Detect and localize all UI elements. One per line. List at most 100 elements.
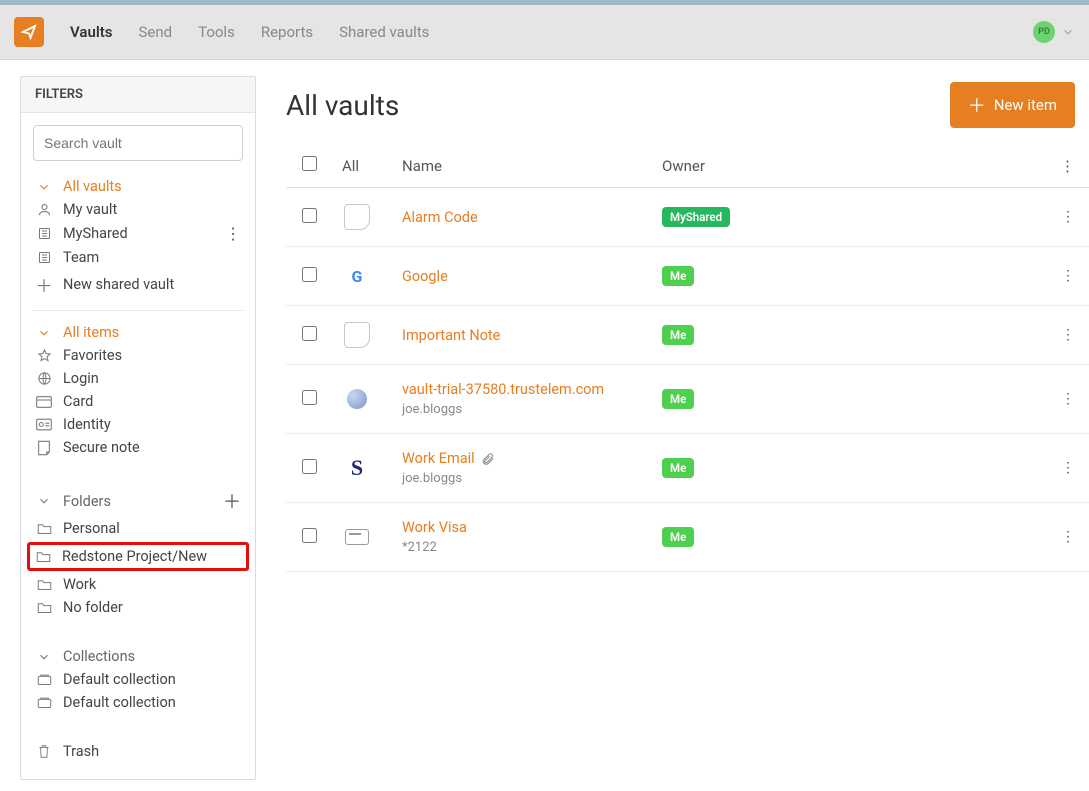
- row-options-icon[interactable]: ⋮: [1045, 460, 1075, 476]
- avatar: PD: [1033, 21, 1055, 43]
- plus-icon: ＋: [968, 92, 986, 118]
- row-checkbox[interactable]: [302, 528, 317, 543]
- table-row[interactable]: Important Note Me ⋮: [286, 306, 1089, 365]
- globe-icon: [344, 386, 370, 412]
- trash-icon: [35, 744, 53, 759]
- table-row[interactable]: S Work Email joe.bloggs Me ⋮: [286, 434, 1089, 503]
- collection-item[interactable]: Default collection: [33, 668, 243, 691]
- all-vaults-label: All vaults: [63, 178, 122, 195]
- row-checkbox[interactable]: [302, 326, 317, 341]
- my-vault-item[interactable]: My vault: [33, 198, 243, 221]
- item-name-link[interactable]: vault-trial-37580.trustelem.com: [402, 381, 604, 398]
- folder-work[interactable]: Work: [33, 573, 243, 596]
- search-input[interactable]: [33, 125, 243, 161]
- site-icon: S: [344, 455, 370, 481]
- folder-icon: [35, 601, 53, 614]
- item-name-link[interactable]: Google: [402, 268, 448, 285]
- sidebar-item-label: Personal: [63, 520, 120, 537]
- item-name-text: Work Email: [402, 450, 475, 467]
- secure-note-item[interactable]: Secure note: [33, 436, 243, 459]
- sidebar-item-label: Secure note: [63, 439, 140, 456]
- collection-item[interactable]: Default collection: [33, 691, 243, 714]
- attachment-icon: [481, 452, 495, 466]
- login-item[interactable]: Login: [33, 367, 243, 390]
- folder-redstone-project-new[interactable]: Redstone Project/New: [27, 542, 249, 571]
- nav-reports[interactable]: Reports: [261, 23, 313, 41]
- row-options-icon[interactable]: ⋮: [1045, 529, 1075, 545]
- sidebar-item-label: Favorites: [63, 347, 122, 364]
- table-header: All Name Owner ⋮: [286, 146, 1089, 188]
- item-name-link[interactable]: Important Note: [402, 327, 500, 344]
- note-icon: [35, 440, 53, 456]
- team-item[interactable]: Team: [33, 246, 243, 269]
- col-name[interactable]: Name: [402, 157, 662, 175]
- nav-vaults[interactable]: Vaults: [70, 23, 112, 41]
- header-options-icon[interactable]: ⋮: [1045, 157, 1075, 175]
- user-menu[interactable]: PD: [1033, 21, 1075, 43]
- folders-toggle[interactable]: Folders ＋: [33, 485, 243, 517]
- select-all-checkbox[interactable]: [302, 156, 317, 171]
- add-folder-icon[interactable]: ＋: [223, 488, 241, 514]
- table-row[interactable]: Work Visa *2122 Me ⋮: [286, 503, 1089, 572]
- table-row[interactable]: vault-trial-37580.trustelem.com joe.blog…: [286, 365, 1089, 434]
- nav-send[interactable]: Send: [138, 23, 172, 41]
- card-item[interactable]: Card: [33, 390, 243, 413]
- table-row[interactable]: Alarm Code MyShared ⋮: [286, 188, 1089, 247]
- sidebar-item-label: New shared vault: [63, 276, 174, 293]
- new-item-button[interactable]: ＋ New item: [950, 82, 1075, 128]
- col-all[interactable]: All: [342, 157, 402, 175]
- org-icon: [35, 226, 53, 241]
- owner-badge: MyShared: [662, 207, 730, 227]
- sidebar-item-label: Work: [63, 576, 96, 593]
- top-nav: Vaults Send Tools Reports Shared vaults …: [0, 5, 1089, 60]
- sidebar-item-label: Redstone Project/New: [62, 548, 207, 565]
- row-checkbox[interactable]: [302, 390, 317, 405]
- folder-none[interactable]: No folder: [33, 596, 243, 619]
- chevron-down-icon: [35, 494, 53, 508]
- folder-personal[interactable]: Personal: [33, 517, 243, 540]
- folder-icon: [34, 550, 52, 563]
- col-owner[interactable]: Owner: [662, 157, 1045, 175]
- sidebar-item-label: Identity: [63, 416, 111, 433]
- table-row[interactable]: G Google Me ⋮: [286, 247, 1089, 306]
- favorites-item[interactable]: Favorites: [33, 344, 243, 367]
- globe-icon: [35, 371, 53, 386]
- item-subtitle: joe.bloggs: [402, 402, 662, 417]
- main-content: All vaults ＋ New item All Name Owner ⋮ A…: [256, 76, 1089, 780]
- nav-shared-vaults[interactable]: Shared vaults: [339, 23, 429, 41]
- note-icon: [344, 204, 370, 230]
- row-checkbox[interactable]: [302, 208, 317, 223]
- row-options-icon[interactable]: ⋮: [1045, 268, 1075, 284]
- star-icon: [35, 348, 53, 363]
- all-vaults-toggle[interactable]: All vaults: [33, 175, 243, 198]
- row-options-icon[interactable]: ⋮: [1045, 209, 1075, 225]
- item-name-link[interactable]: Alarm Code: [402, 209, 478, 226]
- row-options-icon[interactable]: ⋮: [1045, 391, 1075, 407]
- google-icon: G: [344, 263, 370, 289]
- owner-badge: Me: [662, 325, 694, 345]
- note-icon: [344, 322, 370, 348]
- myshared-item[interactable]: MyShared ⋮: [33, 221, 243, 246]
- filters-heading: FILTERS: [21, 77, 255, 113]
- more-icon[interactable]: ⋮: [225, 224, 241, 243]
- row-checkbox[interactable]: [302, 459, 317, 474]
- item-name-link[interactable]: Work Email: [402, 450, 495, 467]
- identity-item[interactable]: Identity: [33, 413, 243, 436]
- row-checkbox[interactable]: [302, 267, 317, 282]
- collection-icon: [35, 673, 53, 686]
- owner-badge: Me: [662, 527, 694, 547]
- item-name-link[interactable]: Work Visa: [402, 519, 467, 536]
- sidebar-item-label: Default collection: [63, 671, 176, 688]
- app-logo: [14, 17, 44, 47]
- sidebar-item-label: Default collection: [63, 694, 176, 711]
- all-items-toggle[interactable]: All items: [33, 321, 243, 344]
- new-item-label: New item: [994, 96, 1057, 114]
- collections-toggle[interactable]: Collections: [33, 645, 243, 668]
- folder-icon: [35, 522, 53, 535]
- trash-item[interactable]: Trash: [33, 740, 243, 763]
- collections-label: Collections: [63, 648, 135, 665]
- collection-icon: [35, 696, 53, 709]
- nav-tools[interactable]: Tools: [198, 23, 235, 41]
- new-shared-vault[interactable]: ＋ New shared vault: [33, 269, 243, 300]
- row-options-icon[interactable]: ⋮: [1045, 327, 1075, 343]
